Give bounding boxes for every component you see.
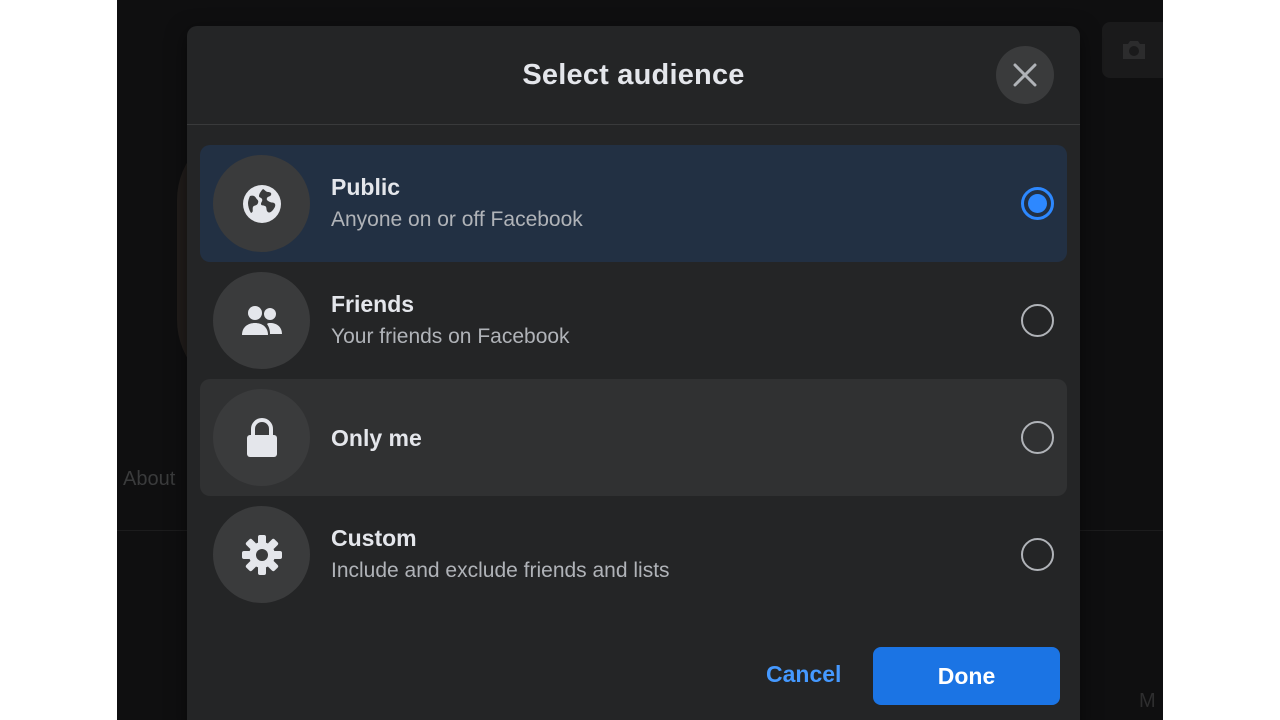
option-icon-circle xyxy=(213,389,310,486)
option-subtitle: Your friends on Facebook xyxy=(331,325,570,348)
option-friends[interactable]: Friends Your friends on Facebook xyxy=(200,262,1067,379)
option-subtitle: Include and exclude friends and lists xyxy=(331,559,670,582)
radio-public[interactable] xyxy=(1021,187,1054,220)
gear-icon xyxy=(241,534,282,575)
done-button[interactable]: Done xyxy=(873,647,1060,705)
option-text: Public Anyone on or off Facebook xyxy=(331,172,583,235)
option-custom[interactable]: Custom Include and exclude friends and l… xyxy=(200,496,1067,613)
select-audience-dialog: Select audience Public Anyone on or off … xyxy=(187,26,1080,720)
option-subtitle: Anyone on or off Facebook xyxy=(331,208,583,231)
lock-icon xyxy=(246,417,277,457)
radio-custom[interactable] xyxy=(1021,538,1054,571)
close-button[interactable] xyxy=(996,46,1054,104)
globe-icon xyxy=(242,184,281,223)
dialog-footer: Cancel Done xyxy=(187,626,1080,720)
option-text: Friends Your friends on Facebook xyxy=(331,289,570,352)
radio-friends[interactable] xyxy=(1021,304,1054,337)
radio-only-me[interactable] xyxy=(1021,421,1054,454)
option-text: Custom Include and exclude friends and l… xyxy=(331,523,670,586)
option-public[interactable]: Public Anyone on or off Facebook xyxy=(200,145,1067,262)
audience-options: Public Anyone on or off Facebook Friends… xyxy=(200,145,1067,613)
option-text: Only me xyxy=(331,423,422,453)
camera-icon xyxy=(1123,41,1145,59)
option-title: Only me xyxy=(331,424,422,451)
dialog-title: Select audience xyxy=(522,58,745,91)
option-icon-circle xyxy=(213,506,310,603)
edit-cover-button xyxy=(1102,22,1163,78)
radio-selected-dot xyxy=(1028,194,1047,213)
about-tab: About xyxy=(123,468,176,490)
option-icon-circle xyxy=(213,155,310,252)
option-only-me[interactable]: Only me xyxy=(200,379,1067,496)
option-icon-circle xyxy=(213,272,310,369)
option-title: Friends xyxy=(331,291,415,317)
option-title: Public xyxy=(331,174,401,200)
close-icon xyxy=(1013,63,1037,87)
background-text: M xyxy=(1139,690,1156,712)
option-title: Custom xyxy=(331,525,417,551)
cancel-button[interactable]: Cancel xyxy=(766,661,841,688)
dialog-header: Select audience xyxy=(187,26,1080,125)
friends-icon xyxy=(241,305,282,335)
